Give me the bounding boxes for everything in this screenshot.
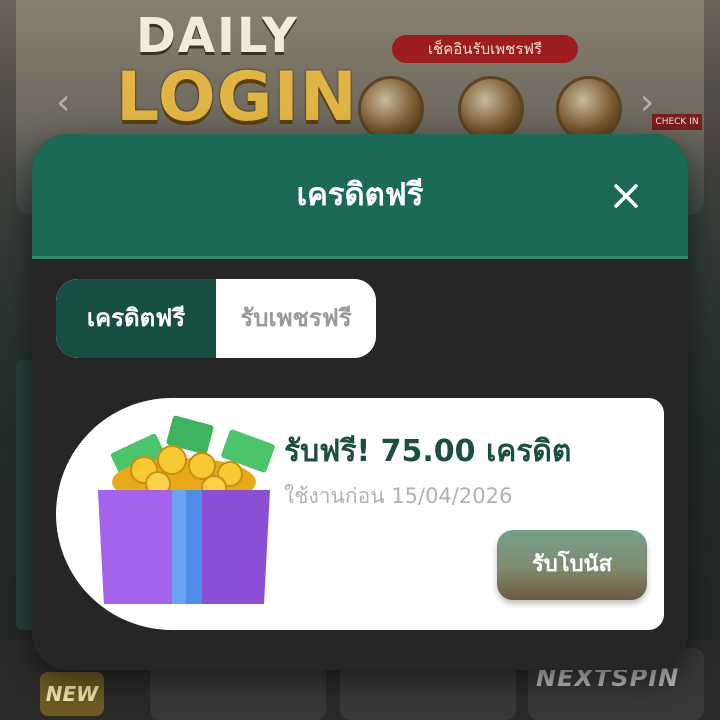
banner-login-text: LOGIN xyxy=(116,58,358,137)
close-icon xyxy=(614,184,638,208)
modal-title: เครดิตฟรี xyxy=(296,177,424,213)
new-badge: NEW xyxy=(40,672,104,716)
claim-bonus-button[interactable]: รับโบนัส xyxy=(497,530,647,600)
cash-reward-icon xyxy=(458,76,524,142)
modal-header: เครดิตฟรี xyxy=(32,134,688,259)
bonus-title: รับฟรี! 75.00 เครดิต xyxy=(284,434,572,469)
diamond-reward-icon xyxy=(358,76,424,142)
checkin-tag: CHECK IN xyxy=(652,114,702,130)
gift-box-icon xyxy=(98,415,275,604)
modal-tabs: เครดิตฟรี รับเพชรฟรี xyxy=(56,279,376,358)
free-credit-modal: เครดิตฟรี เครดิตฟรี รับเพชรฟรี รับฟรี! 7… xyxy=(32,134,688,670)
chest-reward-icon xyxy=(556,76,622,142)
banner-daily-text: DAILY xyxy=(136,8,299,64)
banner-prev-arrow-icon: ‹ xyxy=(56,82,71,123)
bonus-card: รับฟรี! 75.00 เครดิต ใช้งานก่อน 15/04/20… xyxy=(56,398,664,630)
tab-free-credit[interactable]: เครดิตฟรี xyxy=(56,279,216,358)
checkin-pill: เช็คอินรับเพชรฟรี xyxy=(392,35,578,63)
tab-free-diamonds[interactable]: รับเพชรฟรี xyxy=(216,279,376,358)
bonus-expiry: ใช้งานก่อน 15/04/2026 xyxy=(284,484,513,508)
close-button[interactable] xyxy=(604,174,648,218)
